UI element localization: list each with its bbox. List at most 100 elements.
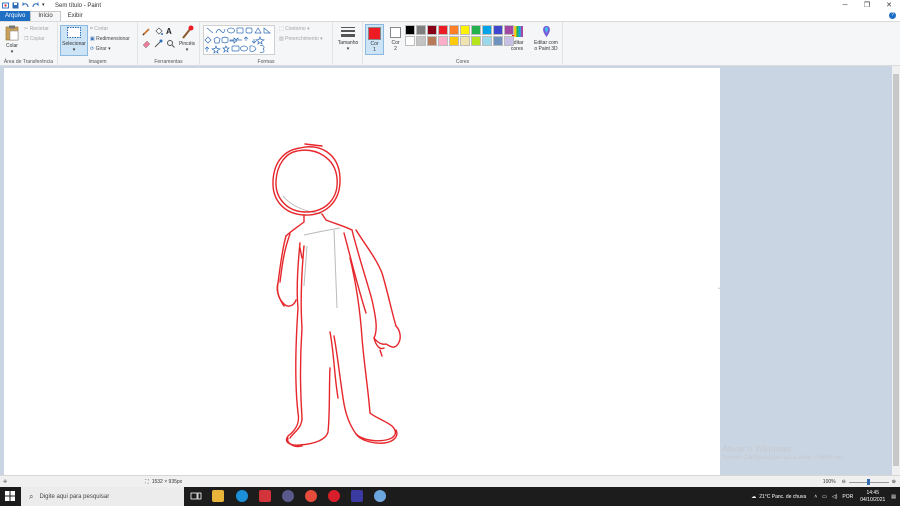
zoom-slider[interactable] (848, 478, 889, 485)
color-picker-icon[interactable] (154, 39, 165, 50)
tools-group-label: Ferramentas (154, 59, 183, 65)
clock[interactable]: 14:45 04/10/2021 (860, 490, 885, 504)
color1-button[interactable]: Cor 1 (365, 24, 384, 55)
fill-bucket-icon[interactable] (154, 27, 165, 38)
palette-swatch[interactable] (504, 36, 514, 46)
select-dropdown-icon: ▾ (72, 47, 76, 53)
paint-taskbar-icon[interactable] (374, 490, 386, 502)
palette-swatch[interactable] (405, 25, 415, 35)
customize-toolbar-icon[interactable]: ▾ (42, 2, 49, 9)
task-view-icon[interactable] (190, 490, 202, 502)
drawing-canvas[interactable] (4, 68, 720, 475)
photo-app-icon[interactable] (351, 490, 363, 502)
tab-home[interactable]: Início (30, 11, 61, 21)
tab-view[interactable]: Exibir (61, 11, 90, 21)
close-icon[interactable]: ✕ (878, 0, 900, 11)
window-controls: ─ ❐ ✕ (834, 0, 900, 11)
color2-button[interactable]: Cor 2 (386, 24, 405, 55)
select-icon (67, 27, 81, 38)
palette-swatch[interactable] (504, 25, 514, 35)
canvas-dimensions: 1532 × 935px (151, 478, 183, 485)
palette-swatch[interactable] (427, 25, 437, 35)
palette-swatch[interactable] (405, 36, 415, 46)
vertical-scrollbar[interactable] (892, 66, 900, 475)
maximize-icon[interactable]: ❐ (856, 0, 878, 11)
rotate-icon: ⟳ (90, 46, 95, 52)
palette-swatch[interactable] (438, 25, 448, 35)
tab-file[interactable]: Arquivo (0, 11, 31, 21)
clock-date: 04/10/2021 (860, 496, 886, 503)
opera-icon[interactable] (328, 490, 340, 502)
file-explorer-icon[interactable] (212, 490, 224, 502)
zoom-slider-thumb[interactable] (866, 478, 870, 485)
palette-swatch[interactable] (460, 36, 470, 46)
cut-label: Recortar (29, 26, 49, 32)
canvas-resize-handle[interactable]: ▫ (718, 286, 720, 292)
fill-button[interactable]: ▨ Preenchimento ▾ (279, 36, 323, 42)
palette-swatch[interactable] (482, 36, 492, 46)
color2-number: 2 (394, 46, 397, 52)
crop-button[interactable]: ⌗ Cortar (90, 26, 108, 32)
game-app-icon[interactable] (305, 490, 317, 502)
minimize-icon[interactable]: ─ (834, 0, 856, 11)
zoom-out-button[interactable]: ⊖ (842, 479, 846, 485)
help-icon[interactable]: ? (889, 12, 896, 19)
video-app-icon[interactable] (259, 490, 271, 502)
search-placeholder: Digite aqui para pesquisar (39, 493, 110, 500)
shapes-gallery[interactable] (203, 25, 275, 55)
eraser-icon[interactable] (142, 39, 153, 50)
brushes-button[interactable]: Pincéis ▾ (176, 25, 198, 53)
copy-button[interactable]: ❐ Copiar (24, 36, 45, 42)
image-group: Selecionar ▾ ⌗ Cortar ▣ Redimensionar ⟳ … (58, 22, 138, 66)
palette-swatch[interactable] (449, 36, 459, 46)
cut-button[interactable]: ✂ Recortar (24, 26, 49, 32)
size-icon (341, 27, 355, 37)
zoom-in-button[interactable]: ⊕ (892, 479, 896, 485)
outline-button[interactable]: ⬚ Contorno ▾ (279, 26, 310, 32)
palette-swatch[interactable] (460, 25, 470, 35)
redo-icon[interactable] (32, 2, 39, 9)
show-hidden-icons[interactable]: ˄ (814, 494, 817, 500)
size-button[interactable]: Tamanho ▾ (336, 26, 360, 52)
palette-swatch[interactable] (482, 25, 492, 35)
taskbar-search[interactable]: ⌕ Digite aqui para pesquisar (21, 487, 184, 506)
weather-text[interactable]: 21°C Panc. de chuva (759, 494, 806, 500)
colors-group-label: Cores (455, 59, 470, 65)
palette-swatch[interactable] (493, 25, 503, 35)
palette-swatch[interactable] (471, 25, 481, 35)
fill-label: Preenchimento (285, 36, 319, 42)
select-button[interactable]: Selecionar ▾ (60, 25, 88, 56)
resize-label: Redimensionar (96, 36, 130, 42)
weather-icon[interactable]: ☁ (751, 494, 756, 500)
paste-icon (5, 25, 19, 41)
media-app-icon[interactable] (282, 490, 294, 502)
palette-swatch[interactable] (427, 36, 437, 46)
palette-swatch[interactable] (416, 25, 426, 35)
resize-icon: ▣ (90, 36, 95, 42)
paste-button[interactable]: Colar ▾ (2, 25, 22, 55)
sound-icon[interactable]: ◁) (832, 494, 838, 500)
scrollbar-thumb[interactable] (893, 74, 899, 466)
copy-icon: ❐ (24, 36, 29, 42)
palette-swatch[interactable] (438, 36, 448, 46)
palette-swatch[interactable] (416, 36, 426, 46)
notifications-icon[interactable]: ▤ (891, 494, 896, 500)
undo-icon[interactable] (22, 2, 29, 9)
clipboard-group: Colar ▾ ✂ Recortar ❐ Copiar Área de Tran… (0, 22, 58, 66)
language-indicator[interactable]: POR (842, 494, 853, 500)
network-icon[interactable]: ▭ (822, 494, 827, 500)
rotate-button[interactable]: ⟳ Girar ▾ (90, 46, 111, 52)
pencil-icon[interactable] (142, 27, 153, 38)
outline-icon: ⬚ (279, 26, 284, 32)
paint3d-icon (542, 26, 550, 37)
edit-paint3d-button[interactable]: Editar com o Paint 3D (531, 25, 561, 52)
edge-icon[interactable] (236, 490, 248, 502)
palette-swatch[interactable] (493, 36, 503, 46)
resize-button[interactable]: ▣ Redimensionar (90, 36, 130, 42)
palette-swatch[interactable] (449, 25, 459, 35)
start-button[interactable] (5, 491, 15, 503)
color2-swatch (390, 27, 401, 38)
palette-swatch[interactable] (471, 36, 481, 46)
windows-logo-icon (5, 491, 15, 501)
save-icon[interactable] (12, 2, 19, 9)
